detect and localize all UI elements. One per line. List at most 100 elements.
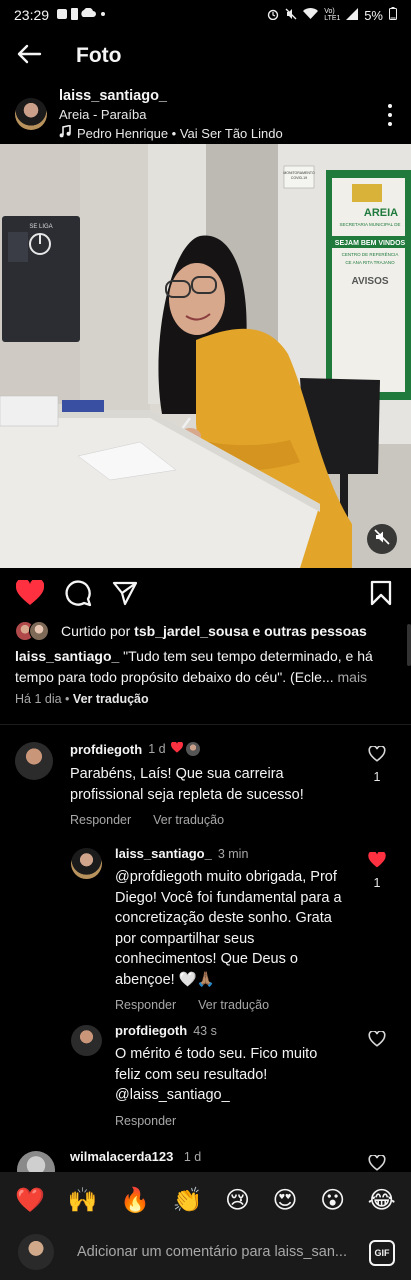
sign-line4: CE ANA RITA TRAJANO (345, 260, 395, 265)
dispenser-label: SE LIGA (29, 224, 52, 230)
heart-filled-icon (15, 577, 45, 611)
translate-button[interactable]: Ver tradução (153, 813, 224, 827)
more-vertical-icon (388, 104, 392, 108)
liked-by-prefix: Curtido por (61, 623, 131, 639)
emoji-heart-eyes-button[interactable]: 😍 (273, 1188, 298, 1212)
liked-by-row[interactable]: Curtido por tsb_jardel_sousa e outras pe… (15, 620, 367, 642)
comment-time: 1 d (183, 1150, 202, 1164)
volume-off-icon (374, 528, 390, 550)
post-actions (0, 576, 411, 612)
current-user-avatar (18, 1234, 54, 1270)
share-button[interactable] (110, 580, 140, 610)
status-bar: 23:29 Vo) LTE1 5% (0, 0, 411, 30)
emoji-crying-button[interactable]: 😢 (225, 1188, 250, 1212)
commenter-avatar[interactable] (71, 848, 102, 879)
network-label: Vo) LTE1 (324, 8, 341, 22)
caption-translate-link[interactable]: Ver tradução (73, 692, 149, 706)
comment-text: Parabéns, Laís! Que sua carreira profiss… (70, 766, 304, 803)
sign-avisos: AVISOS (351, 276, 388, 287)
author-avatar[interactable] (15, 98, 47, 130)
liker-avatars (15, 621, 53, 641)
commenter-avatar[interactable] (71, 1025, 102, 1056)
battery-level: 5% (364, 7, 383, 23)
heart-outline-icon (368, 1155, 386, 1171)
reply-button[interactable]: Responder (115, 998, 176, 1012)
sign-line2: SEJAM BEM VINDOS (335, 240, 406, 247)
music-label: Pedro Henrique • Vai Ser Tão Lindo (77, 125, 283, 141)
comment-username[interactable]: laiss_santiago_ (115, 846, 212, 861)
post-age: Há 1 dia (15, 692, 62, 706)
reply-button[interactable]: Responder (115, 1114, 176, 1128)
comment-time: 3 min (217, 846, 249, 861)
comment-item: wilmalacerda123 1 d (17, 1148, 317, 1172)
emoji-heart-button[interactable]: ❤️ (15, 1188, 45, 1212)
sign-brand: AREIA (364, 207, 398, 219)
liked-by-user[interactable]: tsb_jardel_sousa (134, 623, 248, 639)
comment-like-count: 1 (373, 770, 381, 784)
wifi-icon (303, 7, 319, 23)
comment-like-button[interactable]: 1 (368, 745, 386, 784)
arrow-left-icon (16, 44, 42, 69)
like-button[interactable] (15, 577, 45, 611)
comment-like-button[interactable] (368, 1155, 386, 1171)
heart-filled-icon (368, 850, 386, 871)
emoji-laughing-button[interactable]: 😂 (368, 1188, 396, 1212)
post-caption[interactable]: laiss_santiago_ "Tudo tem seu tempo dete… (15, 646, 400, 688)
save-button[interactable] (366, 580, 396, 610)
caption-more-link[interactable]: mais (338, 669, 368, 685)
comment-username[interactable]: wilmalacerda123 (70, 1149, 173, 1164)
comment-time: 43 s (193, 1023, 217, 1038)
heart-outline-icon (368, 1030, 386, 1050)
top-navigation: Foto (0, 34, 411, 78)
comment-username[interactable]: profdiegoth (70, 742, 142, 757)
paper-plane-icon (112, 580, 138, 611)
music-note-icon (59, 124, 71, 141)
post-header: laiss_santiago_ Areia - Paraíba Pedro He… (0, 86, 411, 144)
comment-username[interactable]: profdiegoth (115, 1023, 187, 1038)
mute-button[interactable] (367, 524, 397, 554)
mute-status-icon (285, 8, 297, 23)
liked-by-suffix[interactable]: e outras pessoas (252, 623, 366, 639)
caption-username[interactable]: laiss_santiago_ (15, 648, 119, 664)
emoji-raised-hands-button[interactable]: 🙌 (68, 1188, 98, 1212)
post-music[interactable]: Pedro Henrique • Vai Ser Tão Lindo (59, 124, 283, 141)
notification-icons (57, 7, 109, 23)
emoji-clap-button[interactable]: 👏 (173, 1188, 203, 1212)
author-liked-heart-icon (170, 740, 183, 758)
signal-icon (346, 7, 359, 23)
gif-button[interactable]: GIF (369, 1240, 395, 1266)
photo-illustration: SE LIGA MONITORAMENTO COVID-19 AREIA SEC… (0, 144, 411, 568)
comment-composer: Adicionar um comentário para laiss_san..… (0, 1228, 411, 1280)
more-options-button[interactable] (383, 104, 397, 126)
scrollbar-thumb[interactable] (407, 624, 411, 666)
author-username[interactable]: laiss_santiago_ (59, 88, 283, 104)
post-photo[interactable]: SE LIGA MONITORAMENTO COVID-19 AREIA SEC… (0, 144, 411, 568)
comment-item: profdiegoth 1 d Parabéns, Laís! Que sua … (15, 740, 315, 827)
post-location[interactable]: Areia - Paraíba (59, 107, 283, 122)
reply-item: profdiegoth 43 s O mérito é todo seu. Fi… (71, 1023, 351, 1128)
comment-like-button[interactable] (368, 1030, 386, 1050)
commenter-avatar[interactable] (17, 1151, 55, 1172)
divider (0, 724, 411, 725)
comment-text: O mérito é todo seu. Fico muito feliz co… (115, 1046, 318, 1103)
translate-button[interactable]: Ver tradução (198, 998, 269, 1012)
reply-item: laiss_santiago_ 3 min @profdiegoth muito… (71, 846, 351, 1012)
comment-time: 1 d (148, 742, 166, 756)
commenter-avatar[interactable] (15, 742, 53, 780)
battery-icon (389, 7, 397, 23)
clock: 23:29 (14, 7, 50, 23)
emoji-surprised-button[interactable]: 😮 (320, 1188, 345, 1212)
emoji-reaction-bar: ❤️ 🙌 🔥 👏 😢 😍 😮 😂 (0, 1172, 411, 1228)
comment-button[interactable] (63, 579, 93, 610)
comment-input[interactable]: Adicionar um comentário para laiss_san..… (77, 1244, 353, 1260)
small-sign-line2: COVID-19 (291, 176, 307, 180)
reply-button[interactable]: Responder (70, 813, 131, 827)
back-button[interactable] (0, 34, 58, 78)
meta-separator: • (65, 692, 70, 706)
comment-text: @profdiegoth muito obrigada, Prof Diego!… (115, 869, 342, 988)
comment-like-button[interactable]: 1 (368, 850, 386, 890)
sign-line1: SECRETARIA MUNICIPAL DE (340, 222, 401, 227)
small-sign-line1: MONITORAMENTO (283, 171, 315, 175)
emoji-fire-button[interactable]: 🔥 (120, 1188, 150, 1212)
heart-outline-icon (368, 745, 386, 765)
